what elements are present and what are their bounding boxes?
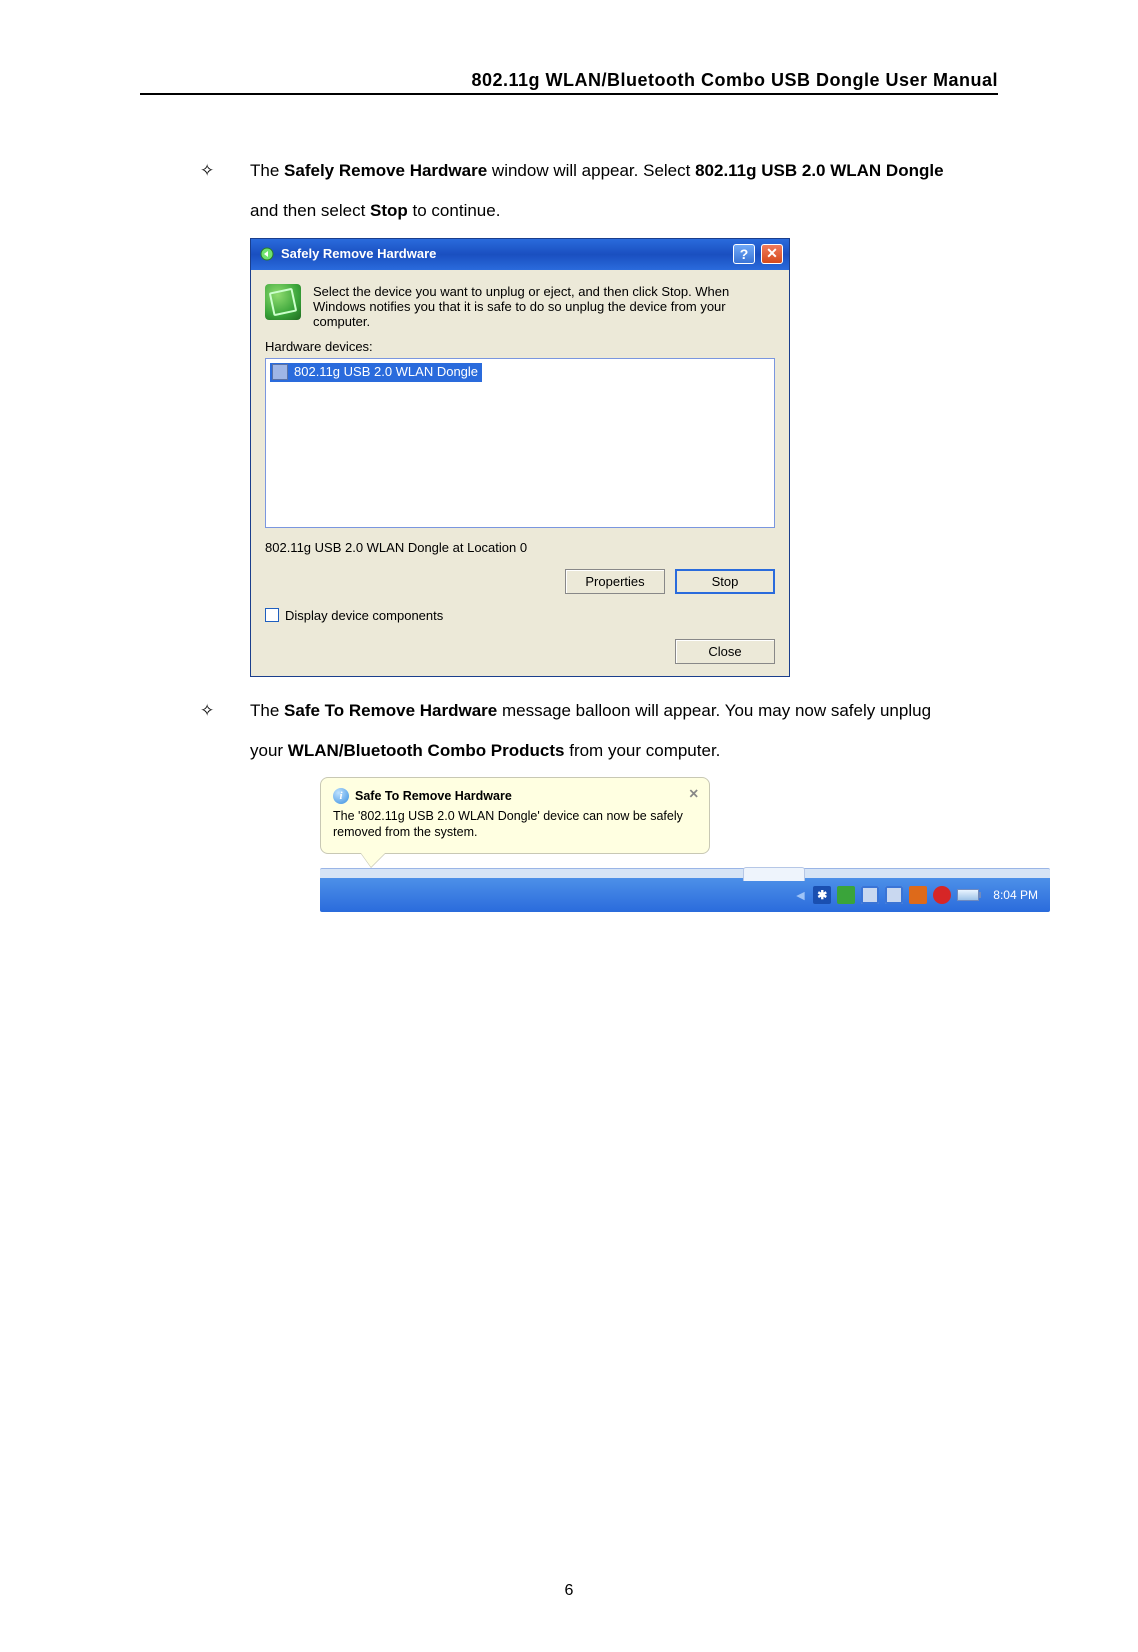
taskbar: ◄ ✱ 8:04 PM bbox=[320, 878, 1050, 912]
info-icon: i bbox=[333, 788, 349, 804]
txt: The bbox=[250, 701, 284, 720]
dialog-intro-text: Select the device you want to unplug or … bbox=[313, 284, 775, 329]
window-chrome-top bbox=[320, 868, 1050, 878]
monitor-icon[interactable] bbox=[861, 886, 879, 904]
bullet-text: The Safe To Remove Hardware message ball… bbox=[250, 695, 998, 727]
device-icon bbox=[272, 364, 288, 380]
bullet-text-continue: your WLAN/Bluetooth Combo Products from … bbox=[250, 735, 998, 767]
txt: window will appear. Select bbox=[487, 161, 695, 180]
txt: message balloon will appear. You may now… bbox=[497, 701, 931, 720]
network-icon[interactable] bbox=[837, 886, 855, 904]
hardware-icon bbox=[259, 246, 275, 262]
properties-button[interactable]: Properties bbox=[565, 569, 665, 594]
bullet-symbol: ✧ bbox=[200, 155, 250, 187]
stop-button[interactable]: Stop bbox=[675, 569, 775, 594]
txt: your bbox=[250, 741, 288, 760]
device-name: 802.11g USB 2.0 WLAN Dongle bbox=[294, 364, 478, 379]
txt: from your computer. bbox=[565, 741, 721, 760]
battery-icon[interactable] bbox=[957, 889, 979, 901]
shield-icon[interactable] bbox=[933, 886, 951, 904]
hardware-devices-label: Hardware devices: bbox=[265, 339, 775, 354]
help-button[interactable]: ? bbox=[733, 244, 755, 264]
balloon-message: The '802.11g USB 2.0 WLAN Dongle' device… bbox=[333, 808, 697, 841]
close-button[interactable]: Close bbox=[675, 639, 775, 664]
safely-remove-dialog: Safely Remove Hardware ? ✕ Select the de… bbox=[250, 238, 790, 677]
txt-bold: WLAN/Bluetooth Combo Products bbox=[288, 741, 565, 760]
txt: and then select bbox=[250, 201, 370, 220]
balloon-close-icon[interactable]: ✕ bbox=[689, 786, 699, 801]
bluetooth-icon[interactable]: ✱ bbox=[813, 886, 831, 904]
balloon-tooltip: i Safe To Remove Hardware ✕ The '802.11g… bbox=[320, 777, 710, 854]
txt-bold: 802.11g USB 2.0 WLAN Dongle bbox=[695, 161, 943, 180]
dialog-title: Safely Remove Hardware bbox=[281, 246, 727, 261]
bullet-text-continue: and then select Stop to continue. bbox=[250, 195, 998, 227]
device-list-item[interactable]: 802.11g USB 2.0 WLAN Dongle bbox=[270, 363, 482, 382]
tray-expand-icon[interactable]: ◄ bbox=[793, 887, 807, 903]
bullet-symbol: ✧ bbox=[200, 695, 250, 727]
system-tray: ◄ ✱ 8:04 PM bbox=[793, 886, 1038, 904]
dialog-titlebar: Safely Remove Hardware ? ✕ bbox=[251, 239, 789, 270]
bullet-text: The Safely Remove Hardware window will a… bbox=[250, 155, 998, 187]
device-location-text: 802.11g USB 2.0 WLAN Dongle at Location … bbox=[265, 540, 775, 555]
page-header: 802.11g WLAN/Bluetooth Combo USB Dongle … bbox=[140, 70, 998, 95]
txt: The bbox=[250, 161, 284, 180]
balloon-title: Safe To Remove Hardware bbox=[355, 789, 512, 803]
tray-app-icon[interactable] bbox=[909, 886, 927, 904]
display-components-checkbox[interactable] bbox=[265, 608, 279, 622]
close-icon[interactable]: ✕ bbox=[761, 244, 783, 264]
device-list[interactable]: 802.11g USB 2.0 WLAN Dongle bbox=[265, 358, 775, 528]
txt-bold: Stop bbox=[370, 201, 408, 220]
txt-bold: Safely Remove Hardware bbox=[284, 161, 487, 180]
bullet-item: ✧ The Safely Remove Hardware window will… bbox=[200, 155, 998, 187]
unplug-icon bbox=[265, 284, 301, 320]
display-components-label: Display device components bbox=[285, 608, 443, 623]
monitor-icon[interactable] bbox=[885, 886, 903, 904]
tab-notch bbox=[743, 867, 805, 881]
page-number: 6 bbox=[0, 1582, 1138, 1600]
txt: to continue. bbox=[408, 201, 501, 220]
clock: 8:04 PM bbox=[993, 888, 1038, 902]
bullet-item: ✧ The Safe To Remove Hardware message ba… bbox=[200, 695, 998, 727]
txt-bold: Safe To Remove Hardware bbox=[284, 701, 497, 720]
